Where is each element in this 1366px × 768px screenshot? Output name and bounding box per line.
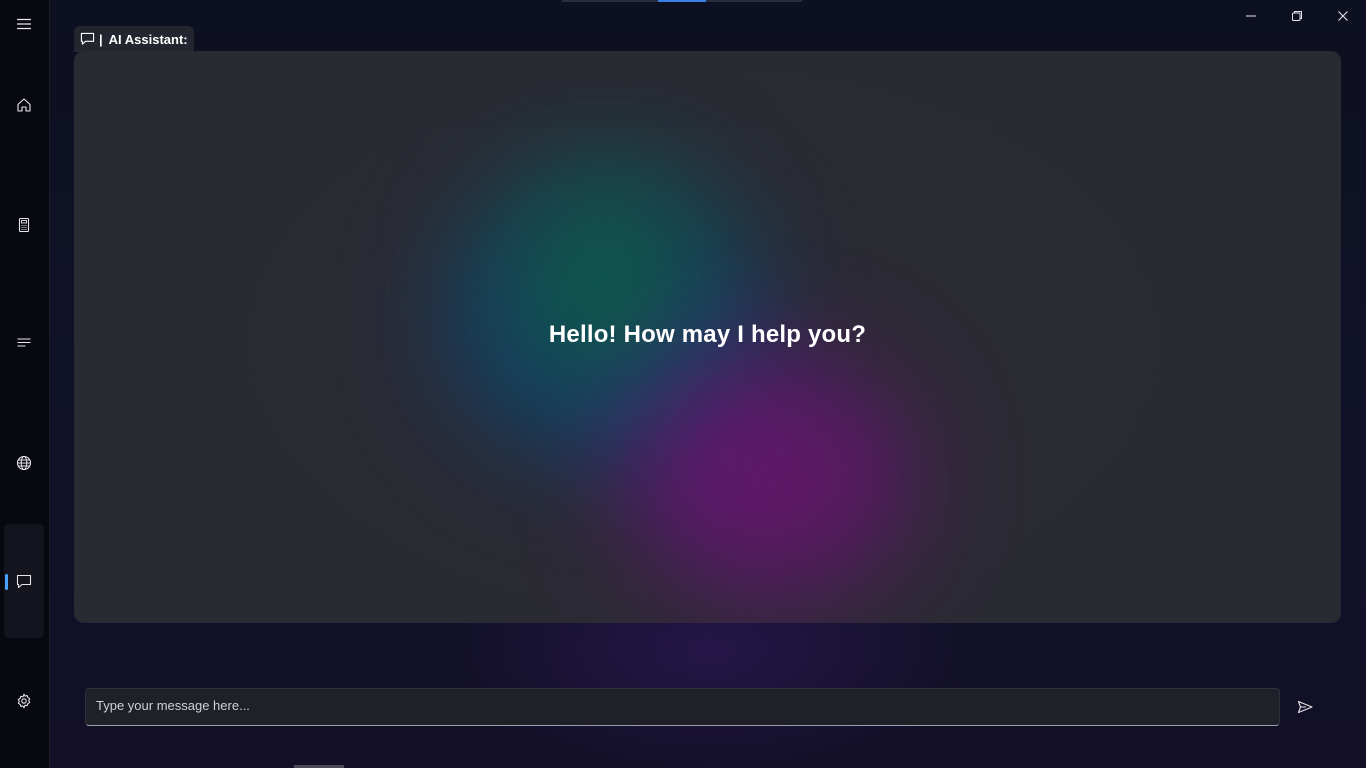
chat-icon: [16, 574, 32, 589]
message-input-container: [85, 688, 1280, 726]
chat-panel: Hello! How may I help you?: [74, 51, 1341, 623]
sidebar-item-calculator[interactable]: [4, 205, 44, 245]
restore-button[interactable]: [1274, 4, 1320, 28]
sidebar: [0, 0, 50, 768]
minimize-button[interactable]: [1228, 4, 1274, 28]
drag-accent: [658, 0, 706, 2]
minimize-icon: [1246, 15, 1256, 17]
globe-icon: [16, 455, 32, 471]
sidebar-item-notes[interactable]: [4, 323, 44, 363]
sidebar-item-settings[interactable]: [4, 681, 44, 721]
sidebar-item-home[interactable]: [4, 85, 44, 125]
chat-icon: [80, 32, 95, 45]
text-lines-icon: [17, 338, 31, 347]
calculator-icon: [18, 217, 30, 233]
hamburger-menu-icon: [17, 18, 31, 30]
home-icon: [17, 98, 31, 112]
send-button[interactable]: [1290, 692, 1320, 722]
greeting-text: Hello! How may I help you?: [548, 321, 867, 348]
restore-icon: [1292, 11, 1302, 21]
send-icon: [1297, 700, 1313, 714]
title-drag-strip: [562, 0, 802, 2]
main-area: | AI Assistant: Hello! How may I help yo…: [50, 0, 1366, 768]
close-icon: [1338, 11, 1348, 21]
message-input[interactable]: [86, 689, 1279, 725]
gear-icon: [17, 693, 31, 709]
tab-label: AI Assistant:: [108, 31, 188, 47]
active-indicator: [5, 574, 8, 590]
sidebar-item-web[interactable]: [4, 443, 44, 483]
app-window: | AI Assistant: Hello! How may I help yo…: [0, 0, 1366, 768]
tab-separator: |: [99, 31, 103, 47]
sidebar-item-chat[interactable]: [4, 524, 44, 638]
tab-ai-assistant[interactable]: | AI Assistant:: [74, 26, 194, 52]
close-button[interactable]: [1320, 4, 1366, 28]
hamburger-menu-button[interactable]: [4, 4, 44, 44]
